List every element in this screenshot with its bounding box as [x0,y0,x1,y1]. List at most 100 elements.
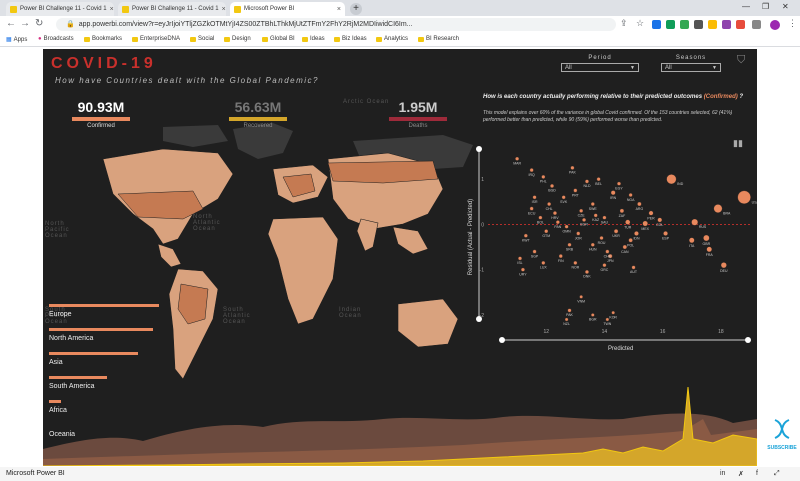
scatter-point[interactable] [561,195,566,200]
scatter-point[interactable] [610,190,616,196]
scatter-point[interactable] [582,217,587,222]
scatter-point[interactable] [602,263,607,268]
maximize-icon[interactable]: ❐ [762,2,769,11]
bookmark-apps[interactable]: ▦ Apps [6,36,27,44]
scatter-point[interactable] [625,219,631,225]
seasons-slicer[interactable]: Seasons All ▼ [661,55,721,72]
scatter-point[interactable] [515,156,520,161]
scatter-point[interactable] [613,229,619,234]
subscribe-badge[interactable]: SUBSCRIBE [766,418,798,451]
bookmark-social[interactable]: Social [190,36,214,42]
extension-icon[interactable] [708,20,717,29]
scatter-point[interactable] [689,237,695,244]
filter-icon[interactable]: ⛉ [737,54,745,67]
scatter-point[interactable] [591,313,595,317]
address-bar[interactable]: 🔒 app.powerbi.com/view?r=eyJrIjoiYTljZGZk… [56,18,616,31]
scatter-point[interactable] [720,262,727,269]
scatter-point[interactable] [567,308,572,313]
menu-kebab-icon[interactable]: ⋮ [788,18,797,29]
scatter-point[interactable] [611,310,615,315]
scatter-point[interactable] [520,267,525,272]
scatter-y-slider[interactable] [475,145,483,325]
scatter-point[interactable] [737,190,751,204]
scatter-point[interactable] [585,179,589,184]
scatter-point[interactable] [599,236,604,240]
period-dropdown[interactable]: All ▼ [561,63,639,72]
extension-icon[interactable] [736,20,745,29]
reload-icon[interactable]: ↻ [35,18,43,29]
twitter-icon[interactable]: ✗ [738,470,744,478]
scatter-point[interactable] [691,218,699,226]
scatter-point[interactable] [547,202,552,207]
scatter-point[interactable] [706,246,712,253]
scatter-point[interactable] [541,260,546,265]
scatter-point[interactable] [666,174,677,185]
scatter-point[interactable] [628,193,633,197]
scatter-x-slider[interactable] [498,336,753,344]
close-tab-icon[interactable]: × [107,6,114,13]
timeline-area-chart[interactable] [43,379,757,466]
scatter-point[interactable] [617,181,621,186]
scatter-point[interactable] [538,215,543,220]
scatter-point[interactable] [564,224,569,229]
close-window-icon[interactable]: ✕ [782,2,789,11]
browser-tab-2[interactable]: Power BI Challenge 11 - Covid 1 × [118,2,226,16]
bookmark-enterprisedna[interactable]: EnterpriseDNA [132,36,180,42]
scatter-point[interactable] [596,177,601,182]
extension-icon[interactable] [652,20,661,29]
scatter-point[interactable] [541,174,546,179]
scatter-point[interactable] [523,233,528,238]
bookmark-design[interactable]: Design [224,36,251,42]
scatter-point[interactable] [713,204,723,213]
extension-icon[interactable] [680,20,689,29]
facebook-icon[interactable]: f [756,470,758,477]
scatter-point[interactable] [573,188,578,193]
scatter-point[interactable] [585,269,589,274]
scatter-point[interactable] [573,260,578,265]
close-tab-icon[interactable]: × [334,6,341,13]
scatter-point[interactable] [605,317,610,322]
scatter-point[interactable] [550,183,554,188]
bookmark-bookmarks[interactable]: Bookmarks [84,36,122,42]
puzzle-icon[interactable] [752,20,761,29]
forward-arrow-icon[interactable]: → [20,18,30,29]
back-arrow-icon[interactable]: ← [6,18,16,29]
region-bar-item[interactable]: North America [49,328,153,342]
scatter-point[interactable] [593,213,598,218]
share-icon[interactable]: ⇪ [620,18,628,29]
scatter-point[interactable] [628,238,633,243]
new-tab-button[interactable]: + [350,3,362,15]
scatter-point[interactable] [657,217,663,223]
period-slicer[interactable]: Period All ▼ [561,55,639,72]
scatter-point[interactable] [619,208,625,213]
scatter-point[interactable] [576,231,581,236]
scatter-point[interactable] [605,249,610,254]
residual-scatter-chart[interactable]: 10-1-212141618 INDUSABRARUSMEXGBRITAFRAD… [468,144,757,354]
scatter-point[interactable] [590,242,595,247]
bookmark-ideas[interactable]: Ideas [302,36,325,42]
seasons-dropdown[interactable]: All ▼ [661,63,721,72]
scatter-point[interactable] [602,215,607,220]
scatter-point[interactable] [567,242,572,247]
bookmark-analytics[interactable]: Analytics [376,36,408,42]
profile-avatar[interactable] [770,20,780,30]
scatter-point[interactable] [663,231,668,236]
scatter-point[interactable] [579,208,584,213]
scatter-point[interactable] [532,195,537,200]
extension-icon[interactable] [666,20,675,29]
scatter-point[interactable] [558,254,563,259]
bookmark-global-bi[interactable]: Global BI [262,36,295,42]
browser-tab-3[interactable]: Microsoft Power BI × [230,2,345,16]
scatter-point[interactable] [642,220,648,227]
bookmark-bi-research[interactable]: BI Research [418,36,459,42]
extension-icon[interactable] [694,20,703,29]
scatter-point[interactable] [532,249,537,254]
scatter-point[interactable] [631,265,636,270]
scatter-point[interactable] [529,206,534,211]
scatter-point[interactable] [622,244,627,250]
region-bar-item[interactable]: Europe [49,304,159,318]
bookmark-biz-ideas[interactable]: Biz Ideas [334,36,367,42]
scatter-point[interactable] [637,201,642,207]
extension-icon[interactable] [722,20,731,29]
close-tab-icon[interactable]: × [219,6,226,13]
